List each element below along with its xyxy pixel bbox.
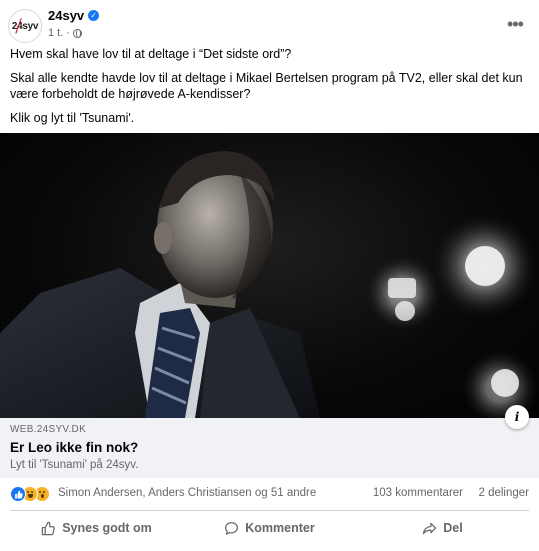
comments-count[interactable]: 103 kommentarer <box>373 487 463 499</box>
page-avatar[interactable]: 24syv <box>8 9 42 43</box>
link-description: Lyt til 'Tsunami' på 24syv. <box>10 459 139 471</box>
shares-count[interactable]: 2 delinger <box>478 487 529 499</box>
comment-label: Kommenter <box>245 521 315 535</box>
comment-button[interactable]: Kommenter <box>183 513 356 543</box>
thumbs-up-icon <box>42 521 55 535</box>
more-options-button[interactable]: ••• <box>502 11 528 37</box>
share-icon <box>423 522 437 534</box>
meta-separator: · <box>66 27 70 39</box>
comment-icon <box>225 521 239 535</box>
info-icon[interactable]: i <box>505 405 529 429</box>
link-domain: WEB.24SYV.DK <box>10 424 87 435</box>
page-name[interactable]: 24syv <box>48 8 84 23</box>
link-preview[interactable]: i WEB.24SYV.DK Er Leo ikke fin nok? Lyt … <box>0 405 539 478</box>
reactors-text[interactable]: Simon Andersen, Anders Christiansen og 5… <box>58 487 316 499</box>
reactions-row: Simon Andersen, Anders Christiansen og 5… <box>10 484 529 504</box>
post-text: Hvem skal have lov til at deltage i “Det… <box>10 46 530 134</box>
post-header: 24syv 24syv ✓ 1 t. · ••• <box>8 7 530 45</box>
link-preview-image[interactable] <box>0 133 539 418</box>
reaction-icons[interactable] <box>10 486 50 502</box>
like-label: Synes godt om <box>62 521 152 535</box>
avatar-logo-text: 24syv <box>11 20 39 32</box>
post-paragraph: Klik og lyt til 'Tsunami'. <box>10 111 135 125</box>
post-paragraph: Hvem skal have lov til at deltage i “Det… <box>10 47 292 61</box>
post-actions: Synes godt om Kommenter Del <box>10 513 529 543</box>
ellipsis-icon: ••• <box>507 14 524 34</box>
share-label: Del <box>443 521 463 535</box>
globe-icon <box>72 28 82 38</box>
post-paragraph: Skal alle kendte havde lov til at deltag… <box>10 71 523 101</box>
post-meta: 1 t. · <box>48 27 82 39</box>
link-title[interactable]: Er Leo ikke fin nok? <box>10 440 138 455</box>
page-name-row: 24syv ✓ <box>48 8 100 23</box>
share-button[interactable]: Del <box>356 513 529 543</box>
like-button[interactable]: Synes godt om <box>10 513 183 543</box>
man-photo <box>0 151 539 418</box>
post-time[interactable]: 1 t. <box>48 27 63 39</box>
verified-badge-icon: ✓ <box>88 10 100 21</box>
facebook-post: 24syv 24syv ✓ 1 t. · ••• Hvem skal have … <box>0 0 539 551</box>
like-icon <box>10 486 26 502</box>
divider <box>10 510 529 511</box>
